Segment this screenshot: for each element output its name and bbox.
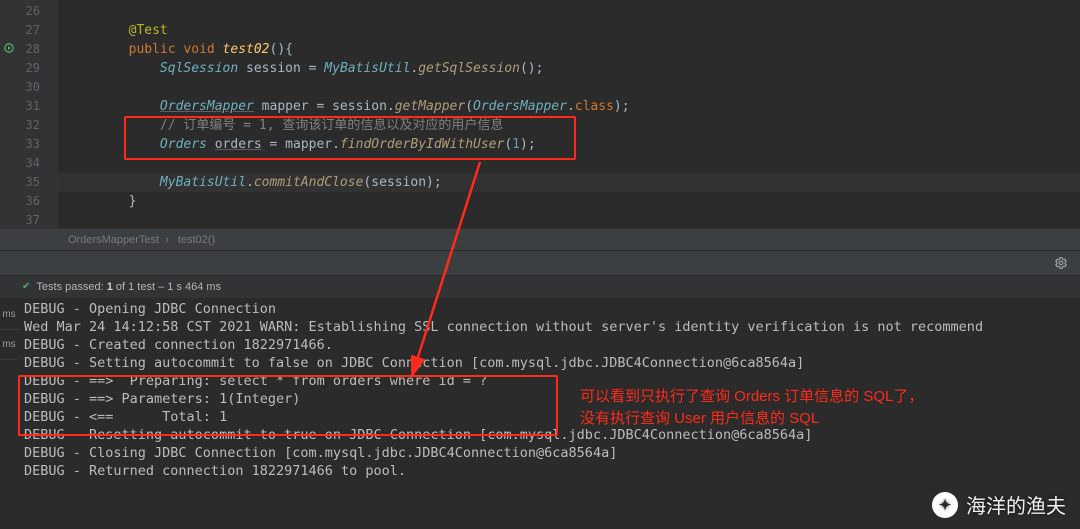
code-line[interactable] bbox=[58, 154, 1080, 173]
code-line[interactable] bbox=[58, 211, 1080, 230]
line-number: 33 bbox=[0, 135, 58, 154]
line-number: 27 bbox=[0, 21, 58, 40]
line-number: 26 bbox=[0, 2, 58, 21]
check-icon: ✔ bbox=[22, 276, 30, 298]
side-tabs[interactable]: ms ms bbox=[0, 300, 18, 360]
line-number: 29 bbox=[0, 59, 58, 78]
code-line[interactable]: Orders orders = mapper.findOrderByIdWith… bbox=[58, 135, 1080, 154]
editor-gutter: 262728293031323334353637 bbox=[0, 0, 58, 228]
breadcrumb-class[interactable]: OrdersMapperTest bbox=[62, 234, 165, 246]
code-line[interactable]: OrdersMapper mapper = session.getMapper(… bbox=[58, 97, 1080, 116]
line-number: 34 bbox=[0, 154, 58, 173]
gear-icon[interactable] bbox=[1054, 256, 1068, 274]
line-number: 31 bbox=[0, 97, 58, 116]
wechat-icon: ✦ bbox=[932, 492, 958, 518]
tests-passed-label: Tests passed: 1 of 1 test – 1 s 464 ms bbox=[36, 276, 221, 298]
code-line[interactable]: } bbox=[58, 192, 1080, 211]
code-line[interactable]: public void test02(){ bbox=[58, 40, 1080, 59]
line-number: 37 bbox=[0, 211, 58, 230]
code-line[interactable]: @Test bbox=[58, 21, 1080, 40]
console-line: DEBUG - Setting autocommit to false on J… bbox=[24, 354, 1080, 372]
console-line: DEBUG - Closing JDBC Connection [com.mys… bbox=[24, 444, 1080, 462]
code-line[interactable]: SqlSession session = MyBatisUtil.getSqlS… bbox=[58, 59, 1080, 78]
line-number: 35 bbox=[0, 173, 58, 192]
line-number: 36 bbox=[0, 192, 58, 211]
code-editor[interactable]: 262728293031323334353637 @Test public vo… bbox=[0, 0, 1080, 228]
watermark: ✦ 海洋的渔夫 bbox=[932, 490, 1066, 519]
editor-code-area[interactable]: @Test public void test02(){ SqlSession s… bbox=[58, 0, 1080, 228]
test-status-bar: ✔ Tests passed: 1 of 1 test – 1 s 464 ms bbox=[0, 276, 1080, 298]
side-tab-ms-1[interactable]: ms bbox=[0, 300, 18, 330]
console-line: DEBUG - Returned connection 1822971466 t… bbox=[24, 462, 1080, 480]
code-line[interactable]: // 订单编号 = 1, 查询该订单的信息以及对应的用户信息 bbox=[58, 116, 1080, 135]
side-tab-ms-2[interactable]: ms bbox=[0, 330, 18, 360]
line-number: 30 bbox=[0, 78, 58, 97]
breadcrumb[interactable]: OrdersMapperTest› test02() bbox=[0, 228, 1080, 250]
run-test-icon[interactable] bbox=[4, 43, 14, 53]
tool-window-header[interactable] bbox=[0, 250, 1080, 276]
console-line: DEBUG - Created connection 1822971466. bbox=[24, 336, 1080, 354]
code-line[interactable] bbox=[58, 78, 1080, 97]
annotation-text: 可以看到只执行了查询 Orders 订单信息的 SQL了， 没有执行查询 Use… bbox=[580, 386, 923, 430]
console-line: DEBUG - Opening JDBC Connection bbox=[24, 300, 1080, 318]
line-number: 32 bbox=[0, 116, 58, 135]
line-number: 28 bbox=[0, 40, 58, 59]
breadcrumb-method[interactable]: test02() bbox=[172, 234, 221, 246]
code-line[interactable] bbox=[58, 2, 1080, 21]
console-line: Wed Mar 24 14:12:58 CST 2021 WARN: Estab… bbox=[24, 318, 1080, 336]
